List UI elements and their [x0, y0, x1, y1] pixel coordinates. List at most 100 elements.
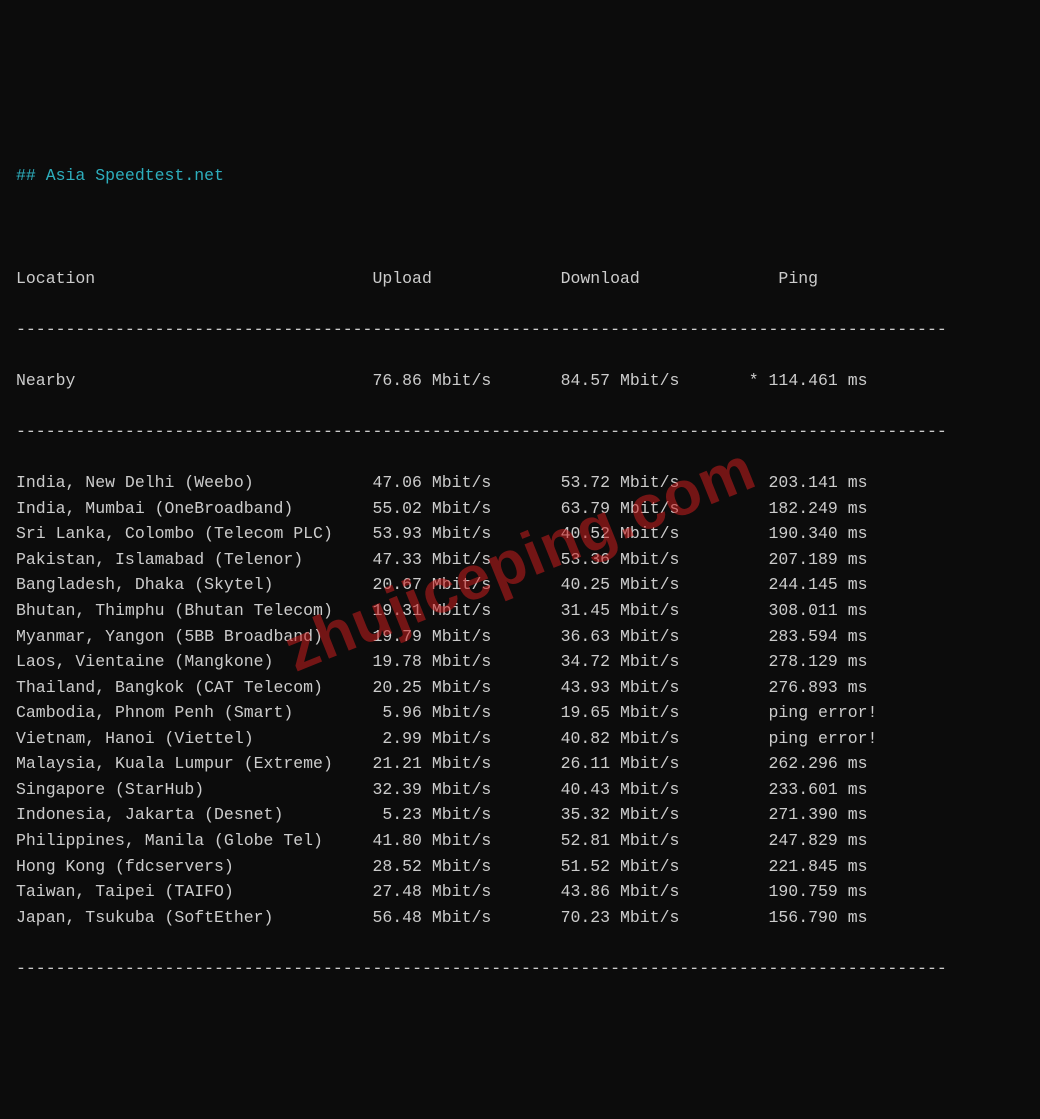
divider-line: ----------------------------------------…: [16, 419, 1024, 445]
cell-location: Thailand, Bangkok (CAT Telecom): [16, 675, 372, 701]
cell-location: Bhutan, Thimphu (Bhutan Telecom): [16, 598, 372, 624]
cell-location: Taiwan, Taipei (TAIFO): [16, 879, 372, 905]
cell-upload: 32.39 Mbit/s: [372, 777, 560, 803]
cell-download: 53.72 Mbit/s: [561, 470, 749, 496]
cell-location: India, New Delhi (Weebo): [16, 470, 372, 496]
cell-location: Philippines, Manila (Globe Tel): [16, 828, 372, 854]
divider-line: ----------------------------------------…: [16, 956, 1024, 982]
table-row: Singapore (StarHub)32.39 Mbit/s40.43 Mbi…: [16, 777, 1024, 803]
cell-upload: 19.78 Mbit/s: [372, 649, 560, 675]
nearby-upload: 76.86 Mbit/s: [372, 368, 560, 394]
table-row: Pakistan, Islamabad (Telenor)47.33 Mbit/…: [16, 547, 1024, 573]
table-row: Laos, Vientaine (Mangkone)19.78 Mbit/s34…: [16, 649, 1024, 675]
table-row: Philippines, Manila (Globe Tel)41.80 Mbi…: [16, 828, 1024, 854]
nearby-ping: * 114.461 ms: [749, 368, 888, 394]
cell-ping: 244.145 ms: [749, 572, 888, 598]
cell-download: 70.23 Mbit/s: [561, 905, 749, 931]
cell-ping: 190.759 ms: [749, 879, 888, 905]
cell-location: Bangladesh, Dhaka (Skytel): [16, 572, 372, 598]
table-row: India, Mumbai (OneBroadband)55.02 Mbit/s…: [16, 496, 1024, 522]
cell-download: 52.81 Mbit/s: [561, 828, 749, 854]
cell-ping: 233.601 ms: [749, 777, 888, 803]
cell-location: Vietnam, Hanoi (Viettel): [16, 726, 372, 752]
col-location: Location: [16, 266, 372, 292]
col-ping: Ping: [749, 266, 888, 292]
cell-download: 40.82 Mbit/s: [561, 726, 749, 752]
cell-ping: ping error!: [749, 726, 888, 752]
table-row: Hong Kong (fdcservers)28.52 Mbit/s51.52 …: [16, 854, 1024, 880]
cell-ping: 190.340 ms: [749, 521, 888, 547]
cell-upload: 28.52 Mbit/s: [372, 854, 560, 880]
cell-location: Singapore (StarHub): [16, 777, 372, 803]
divider-line: ----------------------------------------…: [16, 317, 1024, 343]
cell-download: 43.86 Mbit/s: [561, 879, 749, 905]
table-row: Taiwan, Taipei (TAIFO)27.48 Mbit/s43.86 …: [16, 879, 1024, 905]
cell-ping: 283.594 ms: [749, 624, 888, 650]
cell-ping: 278.129 ms: [749, 649, 888, 675]
cell-ping: 203.141 ms: [749, 470, 888, 496]
cell-ping: 221.845 ms: [749, 854, 888, 880]
cell-ping: 207.189 ms: [749, 547, 888, 573]
cell-download: 40.25 Mbit/s: [561, 572, 749, 598]
cell-download: 36.63 Mbit/s: [561, 624, 749, 650]
cell-download: 43.93 Mbit/s: [561, 675, 749, 701]
cell-upload: 19.31 Mbit/s: [372, 598, 560, 624]
table-row: Bhutan, Thimphu (Bhutan Telecom)19.31 Mb…: [16, 598, 1024, 624]
cell-ping: 247.829 ms: [749, 828, 888, 854]
table-row: Sri Lanka, Colombo (Telecom PLC)53.93 Mb…: [16, 521, 1024, 547]
nearby-location: Nearby: [16, 368, 372, 394]
results-list: India, New Delhi (Weebo)47.06 Mbit/s53.7…: [16, 470, 1024, 930]
cell-location: Pakistan, Islamabad (Telenor): [16, 547, 372, 573]
table-row: Cambodia, Phnom Penh (Smart)5.96 Mbit/s1…: [16, 700, 1024, 726]
cell-upload: 55.02 Mbit/s: [372, 496, 560, 522]
cell-ping: 308.011 ms: [749, 598, 888, 624]
cell-upload: 20.25 Mbit/s: [372, 675, 560, 701]
cell-ping: 156.790 ms: [749, 905, 888, 931]
cell-download: 31.45 Mbit/s: [561, 598, 749, 624]
cell-location: Laos, Vientaine (Mangkone): [16, 649, 372, 675]
cell-download: 40.52 Mbit/s: [561, 521, 749, 547]
nearby-download: 84.57 Mbit/s: [561, 368, 749, 394]
cell-download: 40.43 Mbit/s: [561, 777, 749, 803]
col-upload: Upload: [372, 266, 560, 292]
cell-ping: 271.390 ms: [749, 802, 888, 828]
cell-location: Hong Kong (fdcservers): [16, 854, 372, 880]
cell-upload: 19.79 Mbit/s: [372, 624, 560, 650]
table-row: Vietnam, Hanoi (Viettel)2.99 Mbit/s40.82…: [16, 726, 1024, 752]
cell-location: Indonesia, Jakarta (Desnet): [16, 802, 372, 828]
cell-download: 35.32 Mbit/s: [561, 802, 749, 828]
table-row: Indonesia, Jakarta (Desnet)5.23 Mbit/s35…: [16, 802, 1024, 828]
cell-location: India, Mumbai (OneBroadband): [16, 496, 372, 522]
section-title: ## Asia Speedtest.net: [16, 166, 224, 185]
cell-location: Sri Lanka, Colombo (Telecom PLC): [16, 521, 372, 547]
cell-location: Malaysia, Kuala Lumpur (Extreme): [16, 751, 372, 777]
cell-location: Myanmar, Yangon (5BB Broadband): [16, 624, 372, 650]
cell-upload: 5.23 Mbit/s: [372, 802, 560, 828]
cell-download: 53.36 Mbit/s: [561, 547, 749, 573]
cell-upload: 41.80 Mbit/s: [372, 828, 560, 854]
cell-upload: 53.93 Mbit/s: [372, 521, 560, 547]
cell-ping: 262.296 ms: [749, 751, 888, 777]
table-row: Thailand, Bangkok (CAT Telecom)20.25 Mbi…: [16, 675, 1024, 701]
cell-upload: 47.06 Mbit/s: [372, 470, 560, 496]
cell-upload: 56.48 Mbit/s: [372, 905, 560, 931]
cell-ping: ping error!: [749, 700, 888, 726]
cell-location: Japan, Tsukuba (SoftEther): [16, 905, 372, 931]
cell-upload: 21.21 Mbit/s: [372, 751, 560, 777]
cell-download: 34.72 Mbit/s: [561, 649, 749, 675]
cell-upload: 5.96 Mbit/s: [372, 700, 560, 726]
cell-download: 26.11 Mbit/s: [561, 751, 749, 777]
nearby-row: Nearby76.86 Mbit/s84.57 Mbit/s* 114.461 …: [16, 368, 1024, 394]
table-row: Myanmar, Yangon (5BB Broadband)19.79 Mbi…: [16, 624, 1024, 650]
cell-download: 19.65 Mbit/s: [561, 700, 749, 726]
table-row: Japan, Tsukuba (SoftEther)56.48 Mbit/s70…: [16, 905, 1024, 931]
cell-download: 51.52 Mbit/s: [561, 854, 749, 880]
cell-download: 63.79 Mbit/s: [561, 496, 749, 522]
cell-upload: 27.48 Mbit/s: [372, 879, 560, 905]
cell-upload: 20.67 Mbit/s: [372, 572, 560, 598]
cell-ping: 276.893 ms: [749, 675, 888, 701]
cell-upload: 2.99 Mbit/s: [372, 726, 560, 752]
table-row: India, New Delhi (Weebo)47.06 Mbit/s53.7…: [16, 470, 1024, 496]
blank-line: [16, 215, 1024, 241]
cell-ping: 182.249 ms: [749, 496, 888, 522]
